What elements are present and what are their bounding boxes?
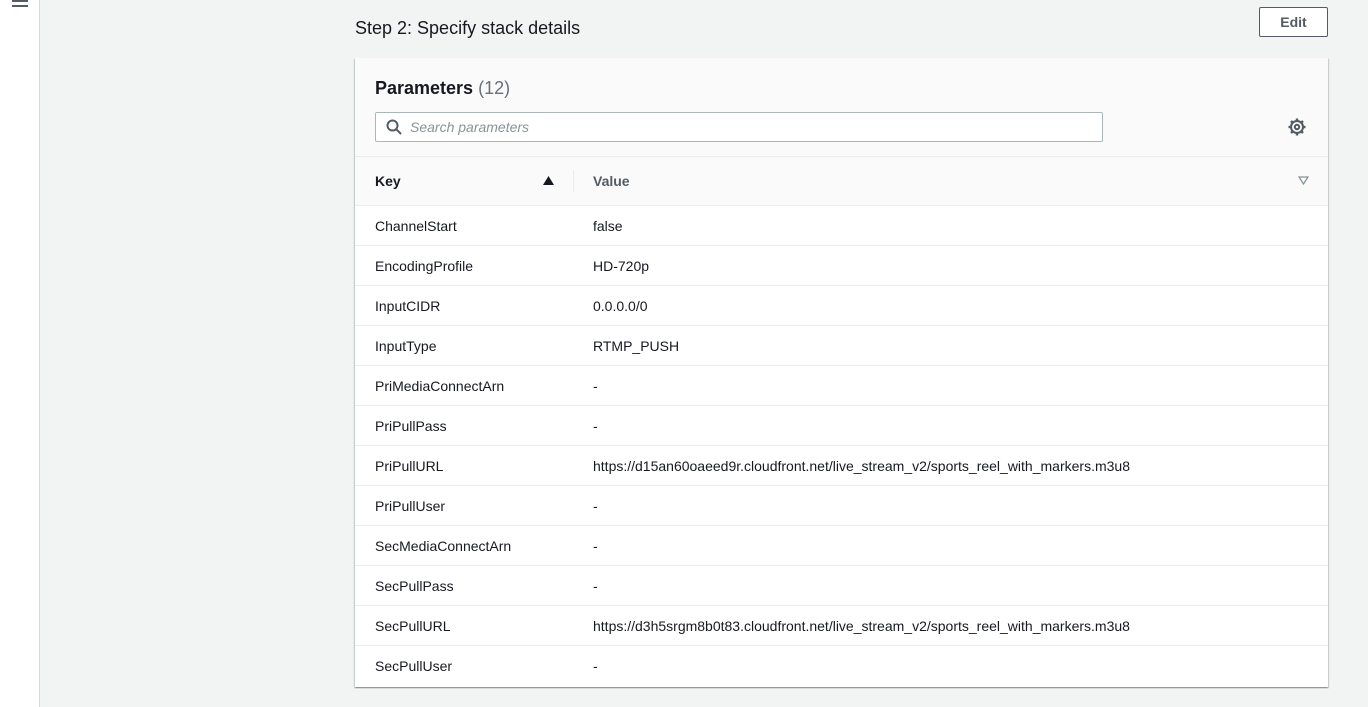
parameter-value: - — [593, 658, 598, 674]
table-row: InputCIDR 0.0.0.0/0 — [355, 286, 1328, 326]
parameters-count: (12) — [478, 78, 511, 98]
parameter-key: PriMediaConnectArn — [375, 378, 505, 394]
parameter-value: https://d3h5srgm8b0t83.cloudfront.net/li… — [593, 618, 1130, 634]
parameter-value: 0.0.0.0/0 — [593, 298, 648, 314]
parameter-key: PriPullURL — [375, 458, 444, 474]
parameters-table-body: ChannelStart false EncodingProfile HD-720p I… — [355, 206, 1328, 686]
parameter-key: SecPullUser — [375, 658, 453, 674]
parameter-value: https://d15an60oaeed9r.cloudfront.net/li… — [593, 458, 1130, 474]
parameter-key: InputType — [375, 338, 437, 354]
side-navigation — [0, 0, 40, 707]
parameter-value: - — [593, 418, 598, 434]
column-divider[interactable] — [573, 170, 574, 192]
parameter-value: RTMP_PUSH — [593, 338, 680, 354]
search-parameters-box[interactable] — [375, 112, 1103, 142]
parameters-header: Parameters (12) — [355, 58, 1328, 157]
search-parameters-input[interactable] — [410, 113, 1090, 141]
sort-descending-outline-icon[interactable] — [1298, 176, 1309, 185]
edit-button[interactable]: Edit — [1259, 7, 1328, 37]
table-row: PriPullURL https://d15an60oaeed9r.cloudfr… — [355, 446, 1328, 486]
parameter-key: SecPullPass — [375, 578, 454, 594]
table-row: PriMediaConnectArn - — [355, 366, 1328, 406]
table-row: PriPullUser - — [355, 486, 1328, 526]
parameters-panel: Parameters (12) Key — [355, 58, 1328, 687]
parameters-title: Parameters (12) — [375, 76, 510, 100]
parameter-key: EncodingProfile — [375, 258, 474, 274]
parameter-key: InputCIDR — [375, 298, 441, 314]
parameter-key: SecMediaConnectArn — [375, 538, 512, 554]
parameters-title-label: Parameters — [375, 78, 474, 98]
table-row: SecPullURL https://d3h5srgm8b0t83.cloudfr… — [355, 606, 1328, 646]
gear-icon[interactable] — [1288, 118, 1306, 136]
table-row: SecPullPass - — [355, 566, 1328, 606]
parameter-value: - — [593, 538, 598, 554]
step-title: Step 2: Specify stack details — [355, 18, 581, 38]
parameter-value: HD-720p — [593, 258, 650, 274]
hamburger-menu-icon[interactable] — [12, 0, 28, 10]
parameter-key: PriPullPass — [375, 418, 447, 434]
parameter-value: - — [593, 578, 598, 594]
parameter-value: - — [593, 498, 598, 514]
parameter-value: false — [593, 218, 623, 234]
table-row: SecPullUser - — [355, 646, 1328, 686]
table-header: Key Value — [355, 157, 1328, 206]
column-header-value[interactable]: Value — [593, 173, 630, 189]
parameter-value: - — [593, 378, 598, 394]
table-row: ChannelStart false — [355, 206, 1328, 246]
sort-ascending-icon[interactable] — [543, 176, 554, 185]
table-row: InputType RTMP_PUSH — [355, 326, 1328, 366]
table-row: EncodingProfile HD-720p — [355, 246, 1328, 286]
table-row: PriPullPass - — [355, 406, 1328, 446]
parameter-key: PriPullUser — [375, 498, 446, 514]
column-header-key[interactable]: Key — [375, 173, 401, 189]
table-row: SecMediaConnectArn - — [355, 526, 1328, 566]
parameter-key: SecPullURL — [375, 618, 451, 634]
search-icon — [386, 119, 402, 135]
parameter-key: ChannelStart — [375, 218, 457, 234]
